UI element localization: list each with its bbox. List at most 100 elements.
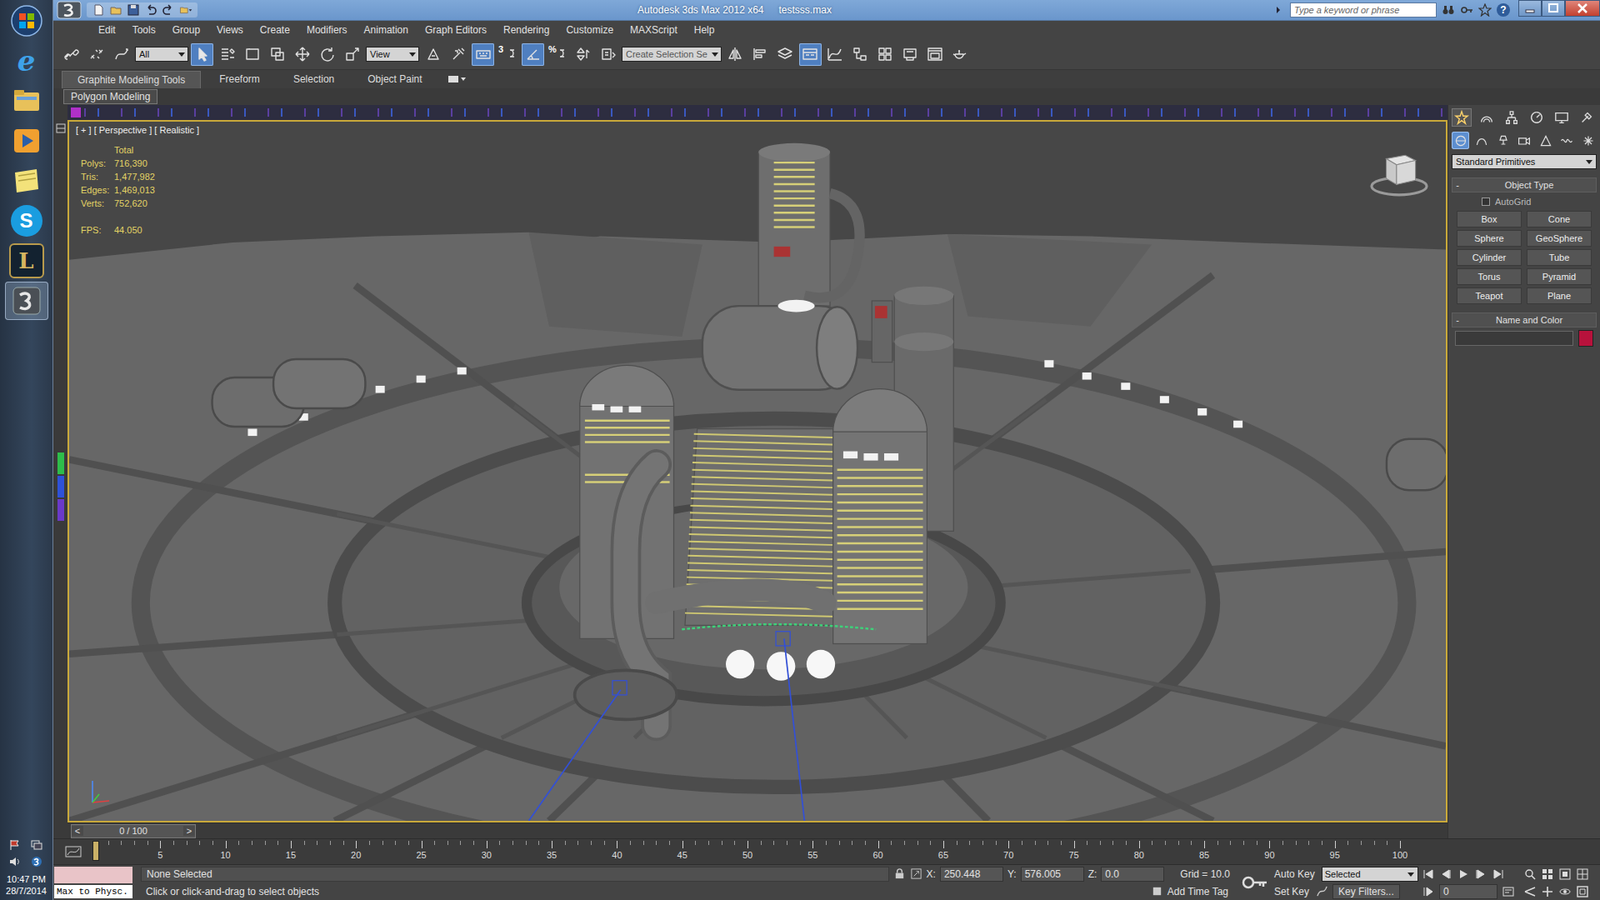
rollout-header[interactable]: -Object Type [1451, 177, 1597, 193]
taskbar-app[interactable] [5, 1, 49, 40]
coordinate-field[interactable]: 250.448 [940, 866, 1004, 882]
toolbar-button[interactable] [874, 43, 897, 66]
undo-icon[interactable] [144, 3, 158, 17]
help-button[interactable]: ? [1496, 3, 1510, 17]
taskbar-app[interactable] [5, 121, 49, 160]
pan-icon[interactable] [1540, 885, 1555, 899]
viewport-menu[interactable]: [ Perspective ] [94, 125, 153, 135]
go-to-start-icon[interactable] [1421, 867, 1435, 881]
coordinate-field[interactable]: 576.005 [1020, 866, 1085, 882]
primitive-button[interactable]: Plane [1526, 287, 1592, 305]
zoom-icon[interactable] [1523, 867, 1537, 881]
time-tag-icon[interactable] [1150, 885, 1164, 898]
toolbar-button[interactable] [774, 43, 797, 66]
notes-icon[interactable] [10, 164, 44, 198]
taskbar-app[interactable] [5, 81, 49, 120]
category-button[interactable] [1579, 131, 1597, 150]
media-player-icon[interactable] [10, 124, 44, 158]
primitive-button[interactable]: Pyramid [1526, 268, 1592, 285]
taskbar-app[interactable] [5, 161, 49, 200]
maxscript-input[interactable]: Max to Physc. [54, 885, 133, 899]
menu-item[interactable]: Rendering [495, 24, 558, 36]
viewport-menu[interactable]: [ Realistic ] [154, 125, 200, 135]
category-button[interactable] [1473, 131, 1491, 150]
category-button[interactable] [1451, 131, 1470, 150]
toolbar-button[interactable] [290, 43, 314, 66]
favorites-star-icon[interactable] [1478, 3, 1492, 17]
menu-item[interactable]: Views [208, 24, 252, 36]
maxscript-output[interactable] [54, 866, 133, 884]
rollout-header[interactable]: -Name and Color [1451, 312, 1597, 328]
maximize-viewport-icon[interactable] [1575, 885, 1590, 899]
auto-key-button[interactable]: Auto Key [1271, 867, 1318, 881]
primitive-button[interactable]: Box [1456, 210, 1522, 228]
primitive-button[interactable]: Torus [1456, 268, 1522, 285]
expand-arrow-icon[interactable] [1271, 3, 1285, 17]
minimize-icon[interactable] [1518, 0, 1542, 17]
primitive-button[interactable]: Sphere [1456, 230, 1522, 247]
command-tab[interactable] [1526, 108, 1547, 127]
toolbar-button[interactable]: % [546, 43, 570, 66]
next-frame-button[interactable]: > [183, 825, 195, 836]
toolbar-button[interactable] [749, 43, 772, 66]
toolbar-button[interactable] [265, 43, 289, 66]
toolbar-button[interactable] [949, 43, 972, 66]
toolbar-button[interactable] [315, 43, 339, 66]
toolbar-button[interactable] [849, 43, 872, 66]
coordinate-field[interactable]: 0.0 [1100, 866, 1165, 882]
toolbar-dropdown[interactable]: View [365, 46, 420, 62]
project-folder-icon[interactable] [179, 3, 193, 17]
object-category-dropdown[interactable]: Standard Primitives [1451, 154, 1597, 170]
track[interactable]: 0510152025303540455055606570758085909510… [95, 840, 1400, 863]
lock-icon[interactable] [893, 867, 906, 880]
close-icon[interactable] [1565, 0, 1600, 17]
perspective-viewport[interactable]: [ + ][ Perspective ][ Realistic ] Total … [67, 120, 1448, 823]
folder-icon[interactable] [10, 84, 44, 118]
taskbar-app[interactable]: L [5, 241, 49, 280]
clock[interactable]: 10:47 PM 28/7/2014 [5, 873, 47, 900]
toolbar-button[interactable] [340, 43, 364, 66]
toolbar-button[interactable]: 3 [496, 43, 520, 66]
previous-frame-button[interactable]: < [71, 825, 84, 836]
category-button[interactable] [1494, 131, 1512, 150]
subscription-key-icon[interactable] [1460, 3, 1474, 17]
menu-item[interactable]: Modifiers [298, 24, 356, 36]
key-mode-dropdown[interactable]: Selected [1321, 866, 1419, 882]
menu-item[interactable]: Tools [124, 24, 165, 36]
toolbar-button[interactable] [899, 43, 922, 66]
next-key-icon[interactable] [1474, 867, 1488, 881]
primitive-button[interactable]: Teapot [1456, 287, 1522, 305]
toolbar-button[interactable] [215, 43, 239, 66]
skype-icon[interactable]: S [10, 205, 43, 237]
category-button[interactable] [1558, 131, 1576, 150]
primitive-button[interactable]: Tube [1526, 249, 1592, 266]
binoculars-icon[interactable] [1441, 3, 1455, 17]
3ds-max-icon[interactable] [10, 284, 44, 318]
viewport-menu[interactable]: [ + ] [75, 125, 92, 135]
current-frame-field[interactable]: 0 [1439, 884, 1498, 900]
previous-key-icon[interactable] [1439, 867, 1453, 881]
category-button[interactable] [1515, 131, 1534, 150]
primitive-button[interactable]: GeoSphere [1526, 230, 1592, 247]
toolbar-button[interactable] [596, 43, 620, 66]
open-file-icon[interactable] [109, 3, 123, 17]
key-icon[interactable] [1241, 874, 1269, 891]
viewcube-icon[interactable] [1367, 146, 1431, 199]
set-key-button[interactable]: Set Key [1271, 885, 1312, 899]
object-name-field[interactable] [1455, 330, 1574, 346]
ribbon-tab[interactable]: Selection [278, 70, 350, 88]
toolbar-button[interactable] [799, 43, 822, 66]
key-filters-button[interactable]: Key Filters... [1332, 884, 1400, 900]
time-slider-thumb[interactable]: < 0 / 100 > [70, 824, 196, 839]
taskbar-app[interactable]: S [5, 201, 49, 240]
curve-editor-open-icon[interactable] [65, 845, 82, 859]
ribbon-options-icon[interactable] [447, 74, 468, 85]
start-orb-icon[interactable] [10, 4, 44, 38]
toolbar-dropdown[interactable]: Create Selection Se [621, 46, 722, 62]
taskbar-app[interactable] [5, 281, 49, 320]
menu-item[interactable]: MAXScript [621, 24, 686, 36]
key-mode-toggle-icon[interactable] [1421, 885, 1435, 899]
command-tab[interactable] [1551, 108, 1572, 127]
application-button-icon[interactable] [56, 0, 82, 20]
toolbar-button[interactable] [724, 43, 747, 66]
